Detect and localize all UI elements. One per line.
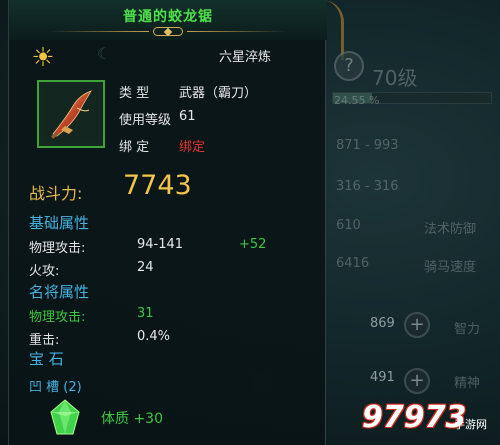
- item-icon-frame: [37, 80, 105, 148]
- title-divider-gem: [153, 27, 183, 36]
- info-value: 武器（霸刀）: [179, 86, 258, 101]
- add-spirit-plus-icon[interactable]: +: [404, 368, 430, 394]
- bg-stat-value: 610: [336, 218, 361, 233]
- stat-value: 0.4%: [137, 329, 171, 344]
- stat-bonus: +52: [239, 237, 267, 252]
- info-value: 61: [179, 109, 196, 124]
- info-label: 类 型: [119, 86, 150, 101]
- stat-name: 物理攻击:: [29, 241, 86, 256]
- attribute-label-intelligence: 智力: [454, 322, 481, 337]
- saber-weapon-icon: [43, 86, 99, 142]
- character-level: 70级: [372, 66, 418, 90]
- base-attributes-heading: 基础属性: [29, 214, 90, 232]
- gem-slots-count: 凹 槽 (2): [29, 380, 82, 395]
- watermark-text: 手游网: [454, 418, 487, 431]
- attribute-value-intelligence: 869: [370, 316, 395, 331]
- base-attr-row: 物理攻击: 94-141 +52: [29, 237, 266, 256]
- help-question-icon[interactable]: ?: [334, 51, 364, 81]
- experience-percent: 24.55 %: [334, 94, 380, 107]
- info-label: 绑 定: [119, 140, 150, 155]
- base-attr-row: 火攻: 24: [29, 260, 154, 279]
- info-label: 使用等级: [119, 113, 172, 128]
- stat-name: 物理攻击:: [29, 310, 86, 325]
- info-row-bind: 绑 定 绑定: [119, 136, 205, 155]
- stat-value: 24: [137, 260, 154, 275]
- gem-stat-bonus: 体质 +30: [101, 411, 163, 427]
- stat-name: 重击:: [29, 333, 60, 348]
- watermark-number: 97973: [362, 400, 467, 435]
- stat-value: 31: [137, 306, 154, 321]
- bg-stat-label: 法术防御: [424, 222, 477, 237]
- moon-icon: ☾: [97, 44, 112, 63]
- general-attr-row: 物理攻击: 31: [29, 306, 154, 325]
- combat-power-value: 7743: [123, 170, 192, 201]
- stat-name: 火攻:: [29, 264, 60, 279]
- general-attr-row: 重击: 0.4%: [29, 329, 170, 348]
- title-divider-left: [49, 31, 149, 32]
- item-tooltip: 普通的蛟龙锯 ☀ ☾ 六星淬炼 类 型 武器（霸刀） 使用等级 61 绑 定 绑…: [8, 0, 327, 445]
- add-intelligence-plus-icon[interactable]: +: [404, 312, 430, 338]
- attribute-label-spirit: 精神: [454, 376, 481, 391]
- info-row-level: 使用等级 61: [119, 109, 196, 128]
- bound-status: 绑定: [179, 140, 206, 155]
- title-divider-right: [187, 31, 287, 32]
- site-watermark: 97973 手游网: [362, 400, 500, 445]
- general-attributes-heading: 名将属性: [29, 283, 90, 301]
- bg-stat-value: 316 - 316: [336, 179, 399, 194]
- attribute-value-spirit: 491: [370, 370, 395, 385]
- combat-power-label: 战斗力:: [29, 184, 83, 203]
- gems-heading: 宝 石: [29, 350, 64, 368]
- bg-stat-value: 6416: [336, 256, 370, 271]
- refine-star-level: 六星淬炼: [219, 50, 272, 65]
- bg-stat-label: 骑马速度: [424, 260, 477, 275]
- sun-icon: ☀: [31, 43, 55, 73]
- item-name: 普通的蛟龙锯: [123, 9, 213, 25]
- bg-stat-value: 871 - 993: [336, 138, 399, 153]
- info-row-type: 类 型 武器（霸刀）: [119, 82, 257, 101]
- stat-value: 94-141: [137, 237, 184, 252]
- green-gem-icon: [50, 399, 80, 435]
